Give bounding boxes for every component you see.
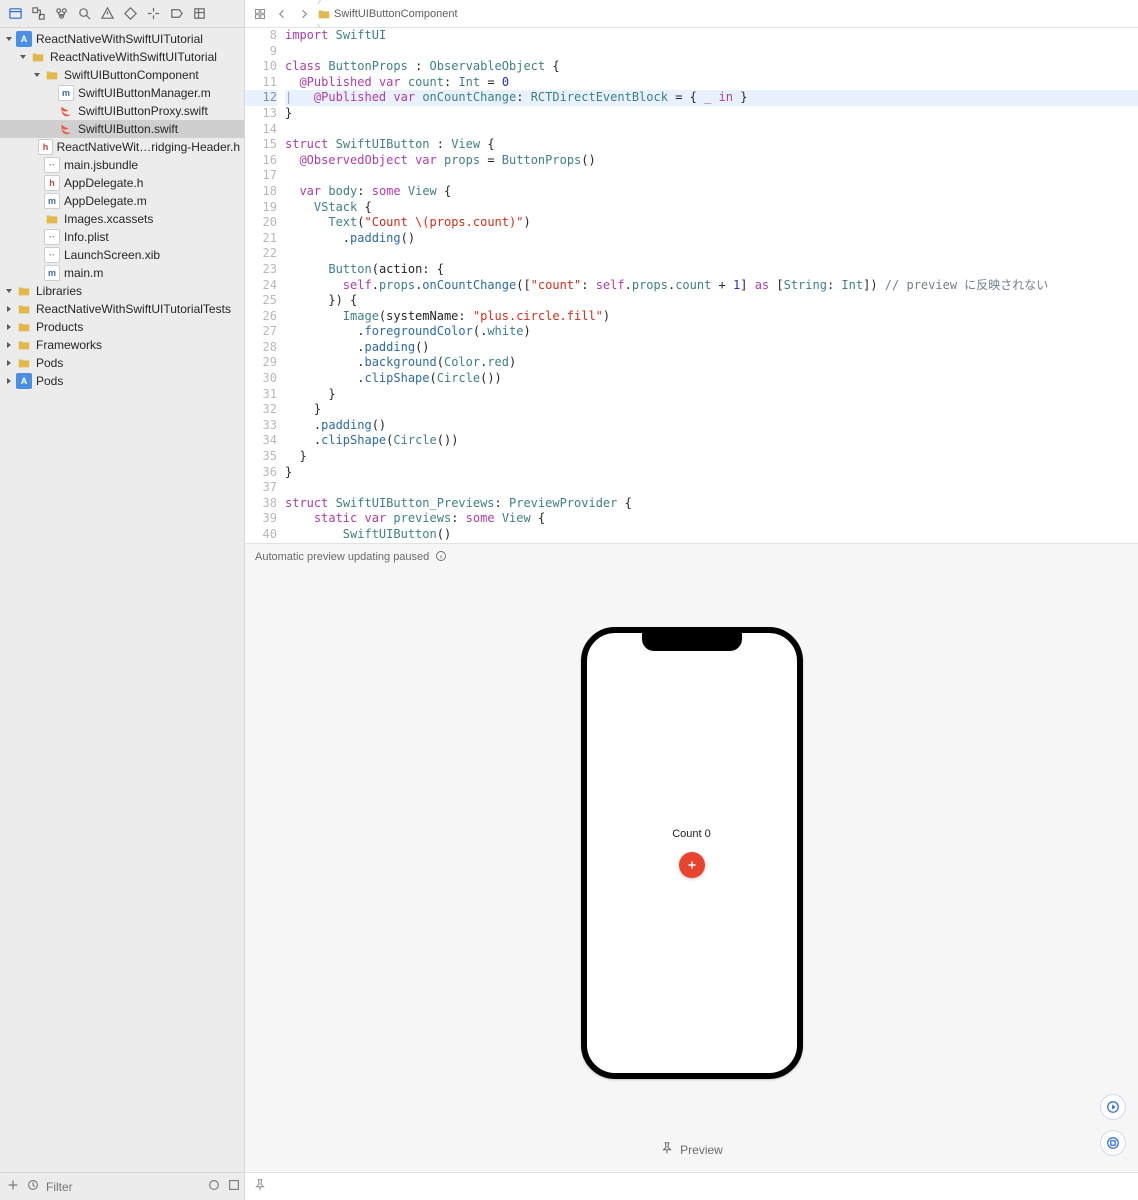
- tree-row[interactable]: mmain.m: [0, 264, 244, 282]
- project-navigator: AReactNativeWithSwiftUITutorialReactNati…: [0, 0, 245, 1200]
- nav-back-icon[interactable]: [273, 5, 291, 23]
- preview-status-bar: Automatic preview updating paused: [245, 544, 457, 571]
- filter-input[interactable]: [46, 1180, 201, 1194]
- tree-row[interactable]: APods: [0, 372, 244, 390]
- related-items-icon[interactable]: [251, 5, 269, 23]
- tree-label: Pods: [36, 372, 63, 390]
- tree-label: Images.xcassets: [64, 210, 153, 228]
- tree-label: Products: [36, 318, 83, 336]
- nav-forward-icon[interactable]: [295, 5, 313, 23]
- info-icon[interactable]: [435, 550, 447, 565]
- navigator-filter-bar: [0, 1172, 244, 1200]
- tree-row[interactable]: SwiftUIButtonComponent: [0, 66, 244, 84]
- tree-label: SwiftUIButton.swift: [78, 120, 178, 138]
- tree-row[interactable]: Libraries: [0, 282, 244, 300]
- tree-label: Libraries: [36, 282, 82, 300]
- tree-row[interactable]: SwiftUIButton.swift: [0, 120, 244, 138]
- tree-label: AppDelegate.m: [64, 192, 147, 210]
- inspect-preview-button[interactable]: [1100, 1130, 1126, 1156]
- tree-label: Pods: [36, 354, 63, 372]
- preview-footer: Preview: [660, 1135, 723, 1172]
- preview-status-text: Automatic preview updating paused: [255, 551, 429, 563]
- nav-tab-project-icon[interactable]: [8, 6, 23, 21]
- tree-label: main.m: [64, 264, 103, 282]
- recent-filter-icon[interactable]: [207, 1178, 221, 1195]
- tree-row[interactable]: ReactNativeWithSwiftUITutorialTests: [0, 300, 244, 318]
- nav-tab-reports-icon[interactable]: [192, 6, 207, 21]
- scm-filter-icon[interactable]: [227, 1178, 241, 1195]
- pin-icon[interactable]: [253, 1178, 267, 1195]
- tree-label: AppDelegate.h: [64, 174, 143, 192]
- tree-label: main.jsbundle: [64, 156, 138, 174]
- tree-label: SwiftUIButtonManager.m: [78, 84, 211, 102]
- nav-tab-source-control-icon[interactable]: [31, 6, 46, 21]
- jump-bar: AReactNativeWithSwiftUITutorial〉ReactNat…: [245, 0, 1138, 28]
- tree-row[interactable]: mAppDelegate.m: [0, 192, 244, 210]
- pin-preview-icon[interactable]: [660, 1141, 674, 1158]
- tree-row[interactable]: Pods: [0, 354, 244, 372]
- tree-label: Info.plist: [64, 228, 109, 246]
- tree-row[interactable]: Products: [0, 318, 244, 336]
- file-tree[interactable]: AReactNativeWithSwiftUITutorialReactNati…: [0, 28, 244, 1172]
- tree-label: ReactNativeWithSwiftUITutorialTests: [36, 300, 231, 318]
- live-preview-button[interactable]: [1100, 1094, 1126, 1120]
- filter-scope-icon[interactable]: [26, 1178, 40, 1195]
- tree-row[interactable]: Images.xcassets: [0, 210, 244, 228]
- preview-count-label: Count 0: [672, 828, 711, 840]
- tree-row[interactable]: hAppDelegate.h: [0, 174, 244, 192]
- tree-label: ReactNativeWithSwiftUITutorial: [50, 48, 217, 66]
- tree-row[interactable]: hReactNativeWit…ridging-Header.h: [0, 138, 244, 156]
- tree-label: ReactNativeWit…ridging-Header.h: [57, 138, 240, 156]
- navigator-toolbar: [0, 0, 244, 28]
- canvas-controls: [1100, 1094, 1126, 1156]
- line-number-gutter: 8910111213141516171819202122232425262728…: [245, 28, 285, 543]
- tree-row[interactable]: AReactNativeWithSwiftUITutorial: [0, 30, 244, 48]
- tree-row[interactable]: Frameworks: [0, 336, 244, 354]
- add-button-icon[interactable]: [6, 1178, 20, 1195]
- iphone-device-frame: Count 0: [581, 627, 803, 1079]
- preview-footer-label: Preview: [680, 1143, 723, 1157]
- nav-tab-issues-icon[interactable]: [100, 6, 115, 21]
- nav-tab-debug-icon[interactable]: [146, 6, 161, 21]
- tree-row[interactable]: ··LaunchScreen.xib: [0, 246, 244, 264]
- canvas-preview: Automatic preview updating paused Count …: [245, 543, 1138, 1172]
- editor-pane: AReactNativeWithSwiftUITutorial〉ReactNat…: [245, 0, 1138, 1200]
- editor-bottom-bar: [245, 1172, 1138, 1200]
- tree-row[interactable]: ReactNativeWithSwiftUITutorial: [0, 48, 244, 66]
- breadcrumb-item[interactable]: SwiftUIButtonComponent: [317, 7, 487, 21]
- tree-row[interactable]: SwiftUIButtonProxy.swift: [0, 102, 244, 120]
- nav-tab-breakpoints-icon[interactable]: [169, 6, 184, 21]
- tree-row[interactable]: mSwiftUIButtonManager.m: [0, 84, 244, 102]
- tree-label: Frameworks: [36, 336, 102, 354]
- tree-label: SwiftUIButtonComponent: [64, 66, 199, 84]
- tree-row[interactable]: ··Info.plist: [0, 228, 244, 246]
- tree-row[interactable]: ··main.jsbundle: [0, 156, 244, 174]
- tree-label: ReactNativeWithSwiftUITutorial: [36, 30, 203, 48]
- code-editor[interactable]: 8910111213141516171819202122232425262728…: [245, 28, 1138, 543]
- nav-tab-tests-icon[interactable]: [123, 6, 138, 21]
- preview-plus-button[interactable]: [679, 852, 705, 878]
- tree-label: LaunchScreen.xib: [64, 246, 160, 264]
- nav-tab-symbols-icon[interactable]: [54, 6, 69, 21]
- nav-tab-find-icon[interactable]: [77, 6, 92, 21]
- tree-label: SwiftUIButtonProxy.swift: [78, 102, 208, 120]
